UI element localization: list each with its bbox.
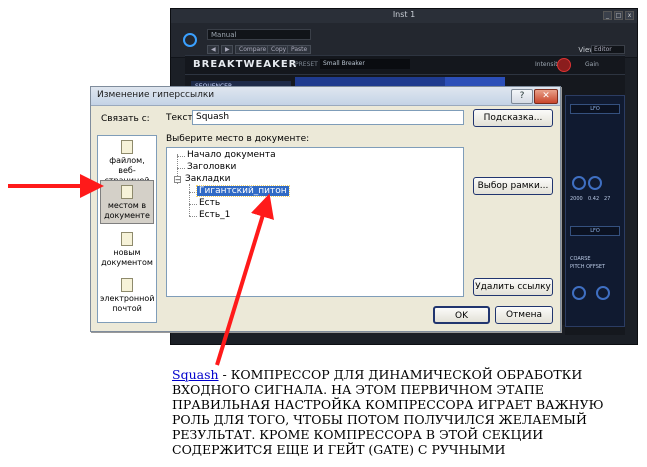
arrow-to-bookmark	[215, 193, 274, 366]
squash-link[interactable]: Squash	[172, 367, 219, 382]
caption-body: - КОМПРЕССОР ДЛЯ ДИНАМИЧЕСКОЙ ОБРАБОТКИ …	[172, 367, 604, 457]
article-caption: Squash - КОМПРЕССОР ДЛЯ ДИНАМИЧЕСКОЙ ОБР…	[172, 367, 637, 457]
